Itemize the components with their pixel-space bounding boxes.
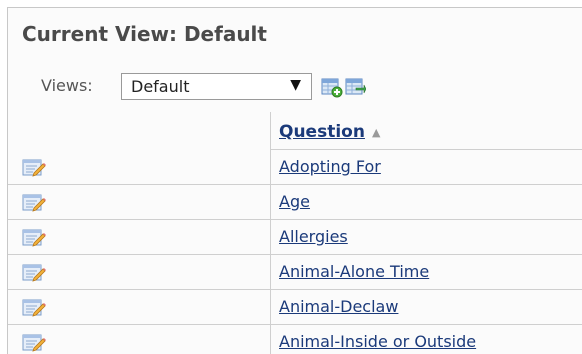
edit-view-icon[interactable] [344,76,366,98]
question-cell: Allergies [270,220,582,254]
table-row: Animal-Declaw [8,290,582,325]
table-row: Animal-Inside or Outside [8,325,582,354]
edit-document-icon[interactable] [22,333,46,352]
sort-ascending-icon[interactable]: ▲ [372,126,380,139]
views-dropdown[interactable]: Default ▼ [121,73,312,100]
question-cell: Age [270,185,582,219]
question-link[interactable]: Allergies [279,227,348,246]
views-label: Views: [41,76,93,95]
question-link[interactable]: Animal-Alone Time [279,262,429,281]
table-row: Adopting For [8,150,582,185]
question-cell: Adopting For [270,150,582,184]
question-header-label[interactable]: Question [279,122,365,142]
question-cell: Animal-Declaw [270,290,582,324]
table-row: Age [8,185,582,220]
page-title: Current View: Default [22,22,267,46]
question-link[interactable]: Animal-Inside or Outside [279,332,476,351]
question-cell: Animal-Inside or Outside [270,325,582,354]
table-row: Animal-Alone Time [8,255,582,290]
question-cell: Animal-Alone Time [270,255,582,289]
views-selected-value: Default [131,77,190,96]
new-view-icon[interactable] [321,76,343,98]
edit-document-icon[interactable] [22,193,46,212]
edit-document-icon[interactable] [22,298,46,317]
question-link[interactable]: Animal-Declaw [279,297,398,316]
edit-document-icon[interactable] [22,263,46,282]
question-link[interactable]: Age [279,192,310,211]
question-link[interactable]: Adopting For [279,157,381,176]
edit-document-icon[interactable] [22,228,46,247]
question-column-header[interactable]: Question ▲ [270,112,582,150]
chevron-down-icon: ▼ [290,77,301,93]
table-row: Allergies [8,220,582,255]
current-view-panel: Current View: Default Views: Default ▼ Q… [7,7,582,354]
edit-document-icon[interactable] [22,158,46,177]
